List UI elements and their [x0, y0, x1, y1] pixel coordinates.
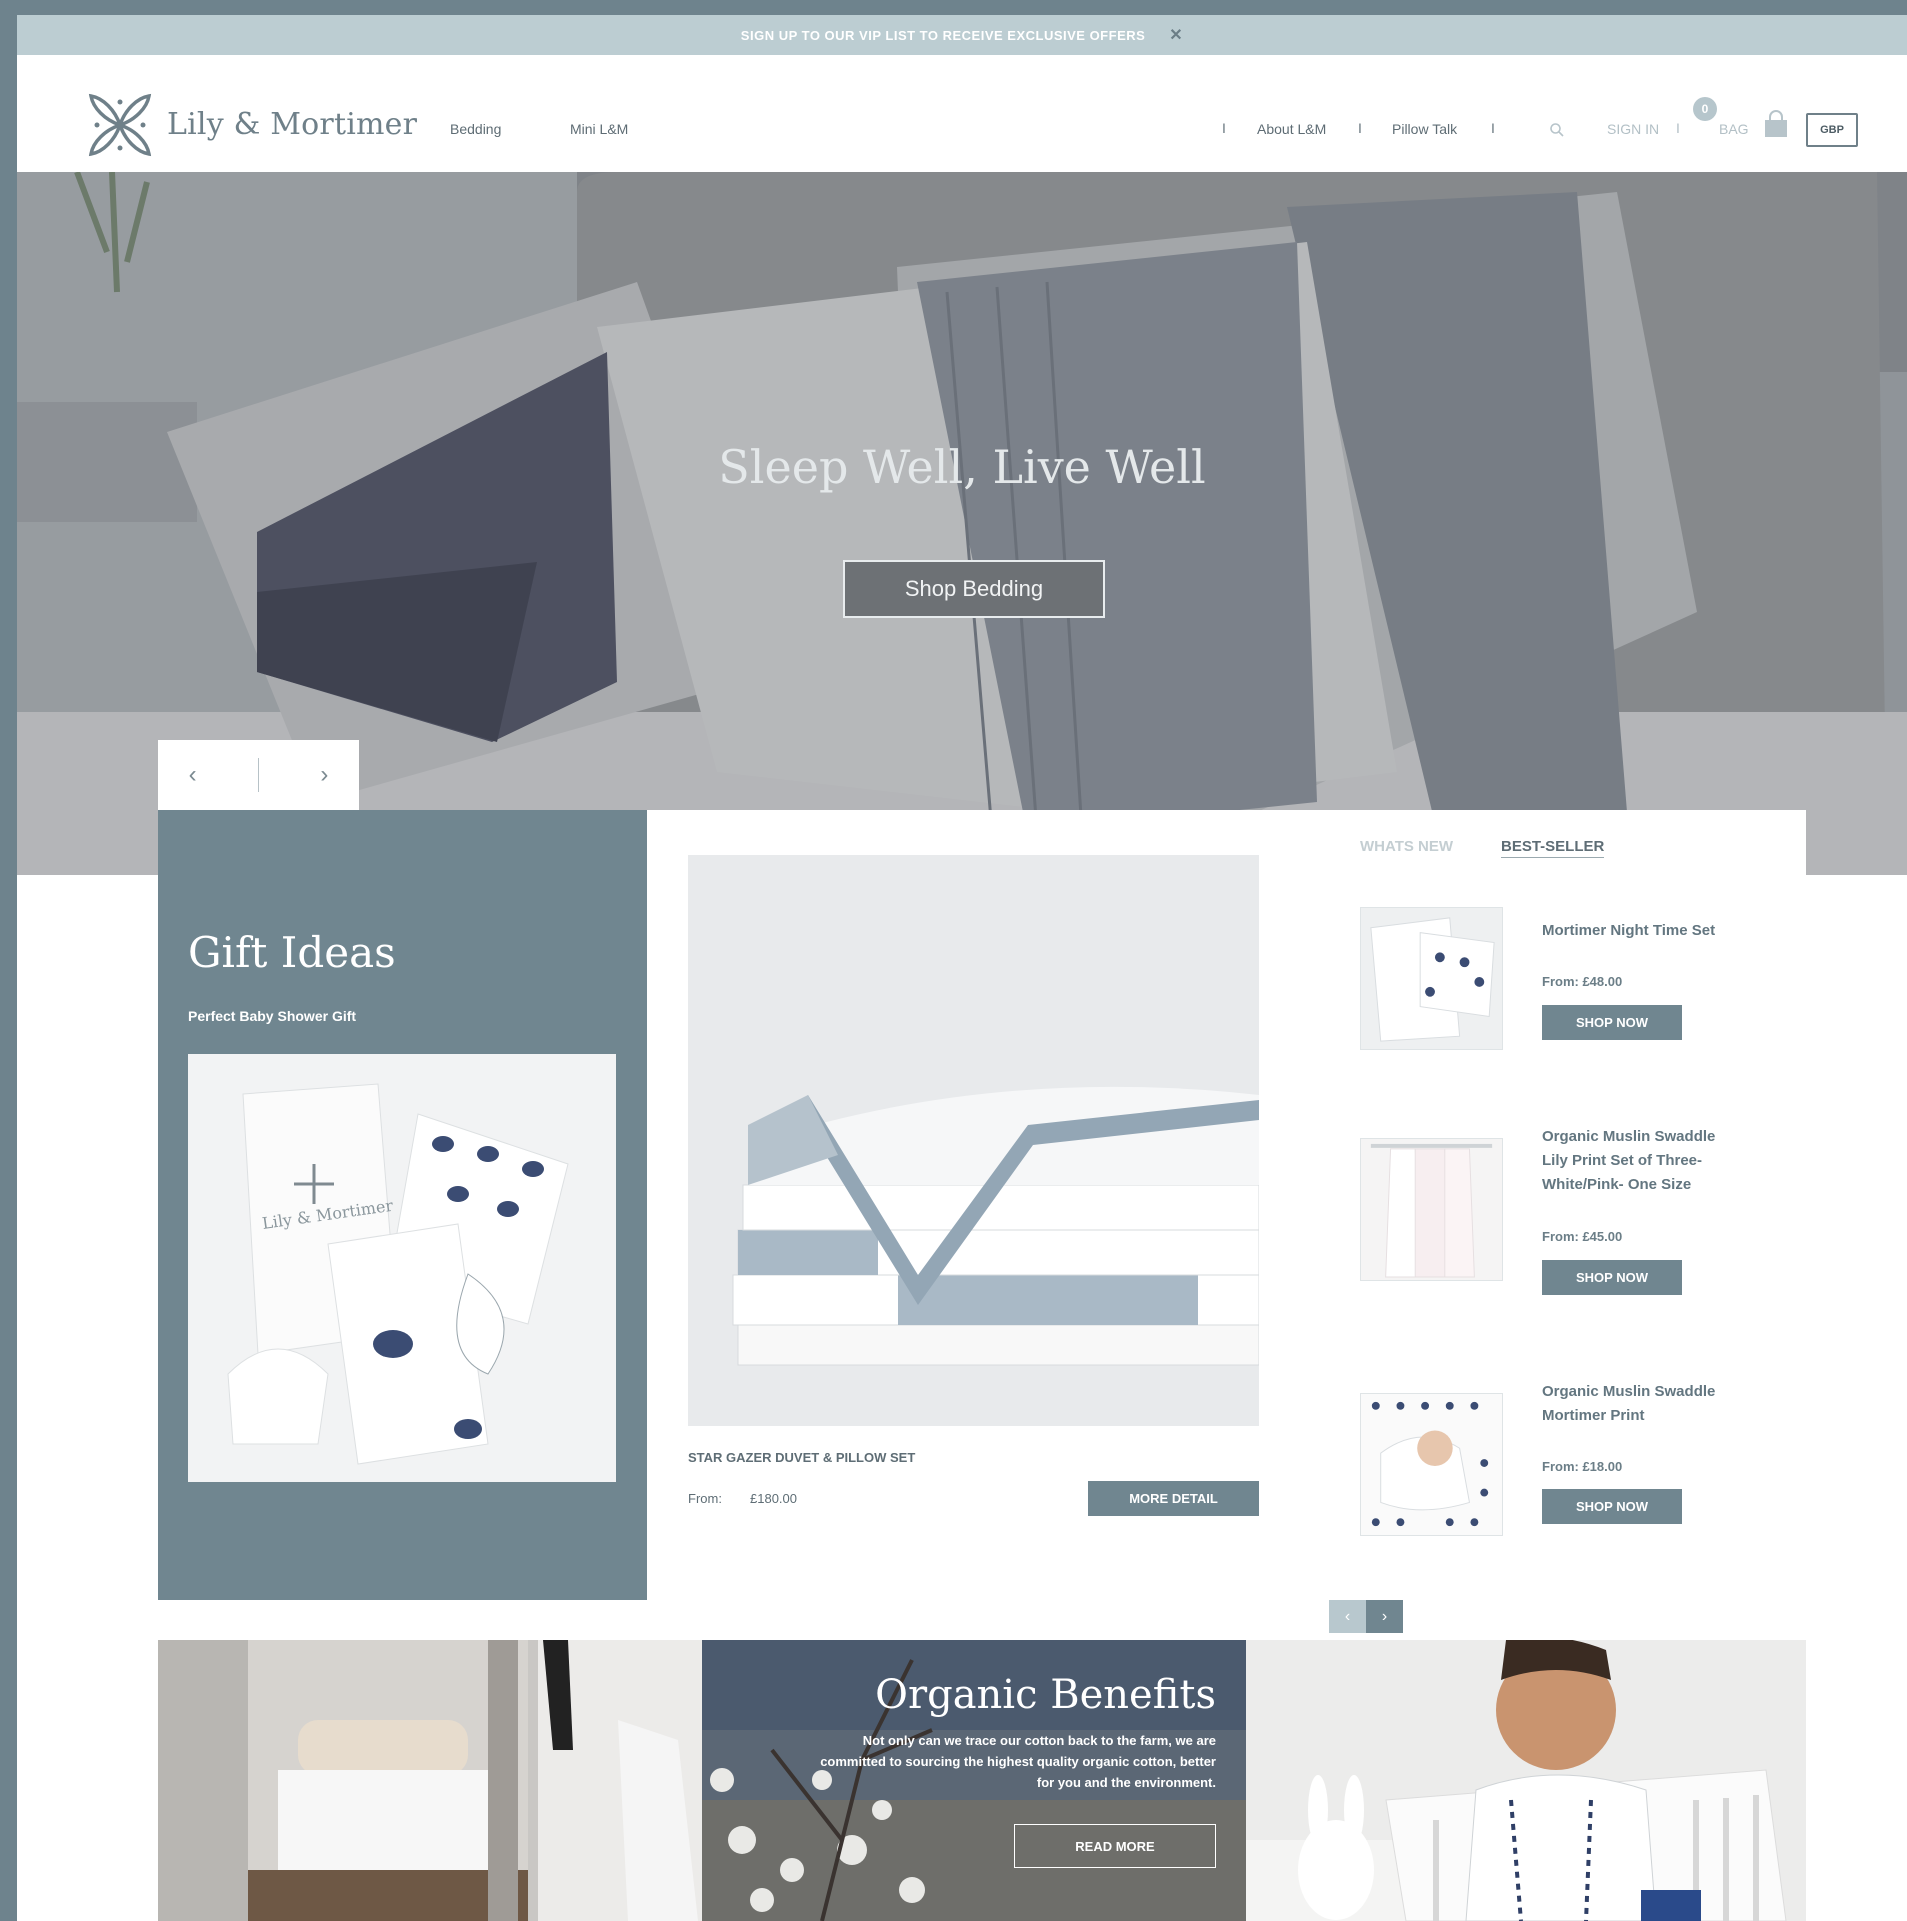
baby-crib-image: [1246, 1640, 1806, 1921]
bestseller-name[interactable]: Organic Muslin Swaddle Lily Print Set of…: [1542, 1125, 1722, 1197]
bestseller-name[interactable]: Organic Muslin Swaddle Mortimer Print: [1542, 1380, 1722, 1428]
nav-separator: I: [1358, 120, 1362, 136]
gift-ideas-subtitle: Perfect Baby Shower Gift: [188, 1008, 357, 1024]
organic-benefits-title: Organic Benefits: [875, 1672, 1216, 1718]
brand-logo-icon[interactable]: [85, 90, 155, 160]
chevron-left-icon: ‹: [1344, 1607, 1351, 1625]
bestseller-image[interactable]: [1360, 1393, 1503, 1536]
bag-link[interactable]: BAG: [1719, 121, 1749, 137]
gift-ideas-panel: Gift Ideas Perfect Baby Shower Gift Lily…: [158, 810, 647, 1600]
tab-best-seller[interactable]: BEST-SELLER: [1501, 838, 1605, 858]
featured-product-name[interactable]: STAR GAZER DUVET & PILLOW SET: [688, 1450, 915, 1465]
chevron-right-icon[interactable]: ›: [320, 761, 328, 789]
gift-ideas-title: Gift Ideas: [188, 928, 396, 977]
close-icon[interactable]: ✕: [1169, 25, 1183, 45]
bag-icon[interactable]: [1762, 110, 1790, 140]
nav-separator: I: [1676, 120, 1680, 136]
nav-separator: I: [1222, 120, 1226, 136]
bestseller-image[interactable]: [1360, 1138, 1503, 1281]
hero-slide-controls: ‹ ›: [158, 740, 359, 810]
nav-pillow-talk[interactable]: Pillow Talk: [1392, 121, 1457, 137]
bestseller-price: From: £18.00: [1542, 1459, 1623, 1474]
bestseller-price: From: £45.00: [1542, 1229, 1623, 1244]
bestseller-name[interactable]: Mortimer Night Time Set: [1542, 919, 1722, 943]
organic-benefits-text: Not only can we trace our cotton back to…: [820, 1733, 1216, 1790]
bag-count-badge: 0: [1693, 97, 1717, 121]
bestseller-prev-button[interactable]: ‹: [1329, 1600, 1366, 1633]
hero-title: Sleep Well, Live Well: [718, 440, 1206, 494]
bestseller-image[interactable]: [1360, 907, 1503, 1050]
nav-bedding[interactable]: Bedding: [450, 121, 501, 137]
tab-whats-new[interactable]: WHATS NEW: [1360, 838, 1453, 855]
sign-in-link[interactable]: SIGN IN: [1607, 121, 1659, 137]
promo-bar: SIGN UP TO OUR VIP LIST TO RECEIVE EXCLU…: [17, 15, 1907, 55]
brand-name[interactable]: Lily & Mortimer: [167, 107, 417, 142]
currency-selector[interactable]: GBP: [1806, 113, 1858, 147]
bestseller-price: From: £48.00: [1542, 974, 1623, 989]
nav-mini-lm[interactable]: Mini L&M: [570, 121, 628, 137]
shop-now-button[interactable]: SHOP NOW: [1542, 1005, 1682, 1040]
baby-tile[interactable]: [1246, 1640, 1806, 1921]
divider: [257, 758, 259, 792]
search-icon[interactable]: [1549, 122, 1565, 138]
nav-about[interactable]: About L&M: [1257, 121, 1326, 137]
site-header: Lily & Mortimer Bedding Mini L&M I About…: [17, 55, 1907, 172]
bedroom-image: [158, 1640, 702, 1921]
featured-from-label: From:: [688, 1491, 722, 1506]
read-more-button[interactable]: READ MORE: [1014, 1824, 1216, 1868]
page: SIGN UP TO OUR VIP LIST TO RECEIVE EXCLU…: [17, 15, 1907, 1921]
shop-now-button[interactable]: SHOP NOW: [1542, 1260, 1682, 1295]
organic-benefits-tile: Organic Benefits Not only can we trace o…: [702, 1640, 1246, 1921]
featured-product-image[interactable]: [688, 855, 1259, 1426]
chevron-right-icon: ›: [1381, 1607, 1388, 1625]
chevron-left-icon[interactable]: ‹: [189, 761, 197, 789]
shop-bedding-button[interactable]: Shop Bedding: [843, 560, 1105, 618]
bedroom-tile[interactable]: [158, 1640, 702, 1921]
shop-now-button[interactable]: SHOP NOW: [1542, 1489, 1682, 1524]
nav-separator: I: [1491, 120, 1495, 136]
featured-price: £180.00: [750, 1491, 797, 1506]
bestseller-next-button[interactable]: ›: [1366, 1600, 1403, 1633]
promo-text[interactable]: SIGN UP TO OUR VIP LIST TO RECEIVE EXCLU…: [741, 28, 1146, 43]
gift-set-image[interactable]: Lily & Mortimer: [188, 1054, 616, 1482]
more-detail-button[interactable]: MORE DETAIL: [1088, 1481, 1259, 1516]
